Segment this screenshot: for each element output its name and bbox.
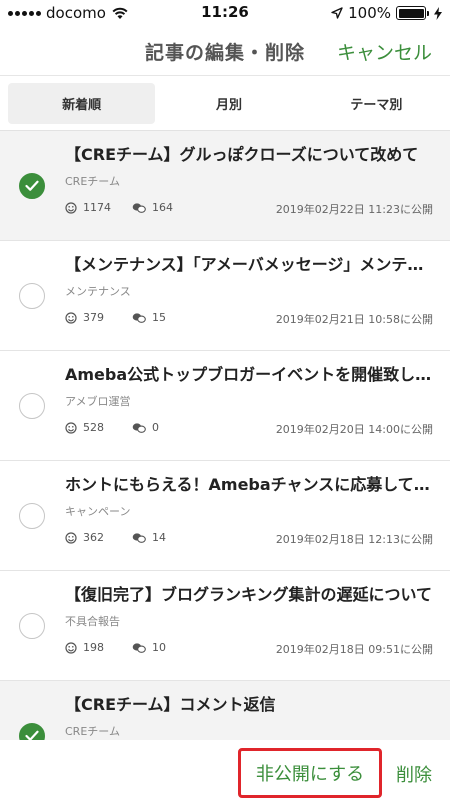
sort-tabs: 新着順 月別 テーマ別 (0, 77, 450, 131)
publish-date: 2019年02月18日 09:51に公開 (275, 643, 433, 656)
status-right: 100% (331, 4, 442, 22)
comment-count-value: 164 (152, 201, 173, 214)
location-icon (331, 7, 343, 19)
make-private-button[interactable]: 非公開にする (238, 748, 382, 798)
battery-icon (396, 6, 429, 20)
like-count-value: 362 (83, 531, 104, 544)
comment-count-value: 10 (152, 641, 166, 654)
status-bar: docomo 11:26 100% (0, 0, 450, 26)
comment-count: 10 (132, 641, 166, 654)
publish-date: 2019年02月20日 14:00に公開 (275, 423, 433, 436)
cancel-button[interactable]: キャンセル (337, 38, 432, 65)
comment-count-value: 0 (152, 421, 159, 434)
nav-bar: 記事の編集・削除 キャンセル (0, 26, 450, 76)
tab-monthly[interactable]: 月別 (155, 77, 302, 130)
smiley-icon (65, 201, 77, 214)
like-count: 198 (65, 641, 104, 654)
article-title: 【CREチーム】コメント返信 (65, 695, 276, 714)
comment-count: 15 (132, 311, 166, 324)
checkmark-icon (25, 180, 39, 191)
like-count-value: 528 (83, 421, 104, 434)
comment-count: 0 (132, 421, 159, 434)
charging-icon (434, 6, 442, 20)
article-row[interactable]: ホントにもらえる！Amebaチャンスに応募して… キャンペーン 362 14 2… (0, 461, 450, 571)
article-title: ホントにもらえる！Amebaチャンスに応募して… (65, 475, 430, 494)
like-count: 379 (65, 311, 104, 324)
article-row[interactable]: 【CREチーム】グルっぽクローズについて改めて CREチーム 1174 164 … (0, 131, 450, 241)
like-count-value: 379 (83, 311, 104, 324)
article-meta: 1174 164 2019年02月22日 11:23に公開 (65, 201, 433, 217)
article-row[interactable]: 【メンテナンス】「アメーバメッセージ」メンテ… メンテナンス 379 15 20… (0, 241, 450, 351)
like-count: 528 (65, 421, 104, 434)
article-row[interactable]: 【CREチーム】コメント返信 CREチーム (0, 681, 450, 740)
comment-count: 14 (132, 531, 166, 544)
publish-date: 2019年02月21日 10:58に公開 (275, 313, 433, 326)
comment-bubble-icon (132, 422, 146, 433)
bottom-action-bar: 非公開にする 削除 (0, 740, 450, 800)
tab-by-theme[interactable]: テーマ別 (303, 77, 450, 130)
selection-checkbox[interactable] (19, 173, 45, 199)
selection-checkbox[interactable] (19, 393, 45, 419)
like-count: 1174 (65, 201, 111, 214)
article-meta: 528 0 2019年02月20日 14:00に公開 (65, 421, 433, 437)
article-row[interactable]: Ameba公式トップブロガーイベントを開催致し… アメブロ運営 528 0 20… (0, 351, 450, 461)
comment-bubble-icon (132, 532, 146, 543)
selection-checkbox[interactable] (19, 613, 45, 639)
comment-count-value: 15 (152, 311, 166, 324)
article-theme: アメブロ運営 (65, 395, 131, 408)
article-meta: 362 14 2019年02月18日 12:13に公開 (65, 531, 433, 547)
article-title: 【CREチーム】グルっぽクローズについて改めて (65, 145, 419, 164)
smiley-icon (65, 311, 77, 324)
article-theme: CREチーム (65, 175, 120, 188)
battery-percent: 100% (348, 4, 391, 22)
article-list: 【CREチーム】グルっぽクローズについて改めて CREチーム 1174 164 … (0, 131, 450, 740)
article-title: 【復旧完了】ブログランキング集計の遅延について (65, 585, 433, 604)
publish-date: 2019年02月22日 11:23に公開 (275, 203, 433, 216)
article-theme: CREチーム (65, 725, 120, 738)
comment-count: 164 (132, 201, 173, 214)
delete-button[interactable]: 削除 (396, 761, 432, 787)
article-theme: 不具合報告 (65, 615, 120, 628)
comment-bubble-icon (132, 312, 146, 323)
article-meta: 379 15 2019年02月21日 10:58に公開 (65, 311, 433, 327)
comment-bubble-icon (132, 642, 146, 653)
smiley-icon (65, 641, 77, 654)
publish-date: 2019年02月18日 12:13に公開 (275, 533, 433, 546)
comment-bubble-icon (132, 202, 146, 213)
article-title: Ameba公式トップブロガーイベントを開催致し… (65, 365, 432, 384)
smiley-icon (65, 421, 77, 434)
smiley-icon (65, 531, 77, 544)
selection-checkbox[interactable] (19, 723, 45, 740)
like-count-value: 1174 (83, 201, 111, 214)
article-row[interactable]: 【復旧完了】ブログランキング集計の遅延について 不具合報告 198 10 201… (0, 571, 450, 681)
article-theme: キャンペーン (65, 505, 131, 518)
selection-checkbox[interactable] (19, 283, 45, 309)
like-count-value: 198 (83, 641, 104, 654)
comment-count-value: 14 (152, 531, 166, 544)
selection-checkbox[interactable] (19, 503, 45, 529)
checkmark-icon (25, 730, 39, 740)
article-theme: メンテナンス (65, 285, 131, 298)
like-count: 362 (65, 531, 104, 544)
article-title: 【メンテナンス】「アメーバメッセージ」メンテ… (65, 255, 424, 274)
tab-newest[interactable]: 新着順 (8, 83, 156, 124)
article-meta: 198 10 2019年02月18日 09:51に公開 (65, 641, 433, 657)
